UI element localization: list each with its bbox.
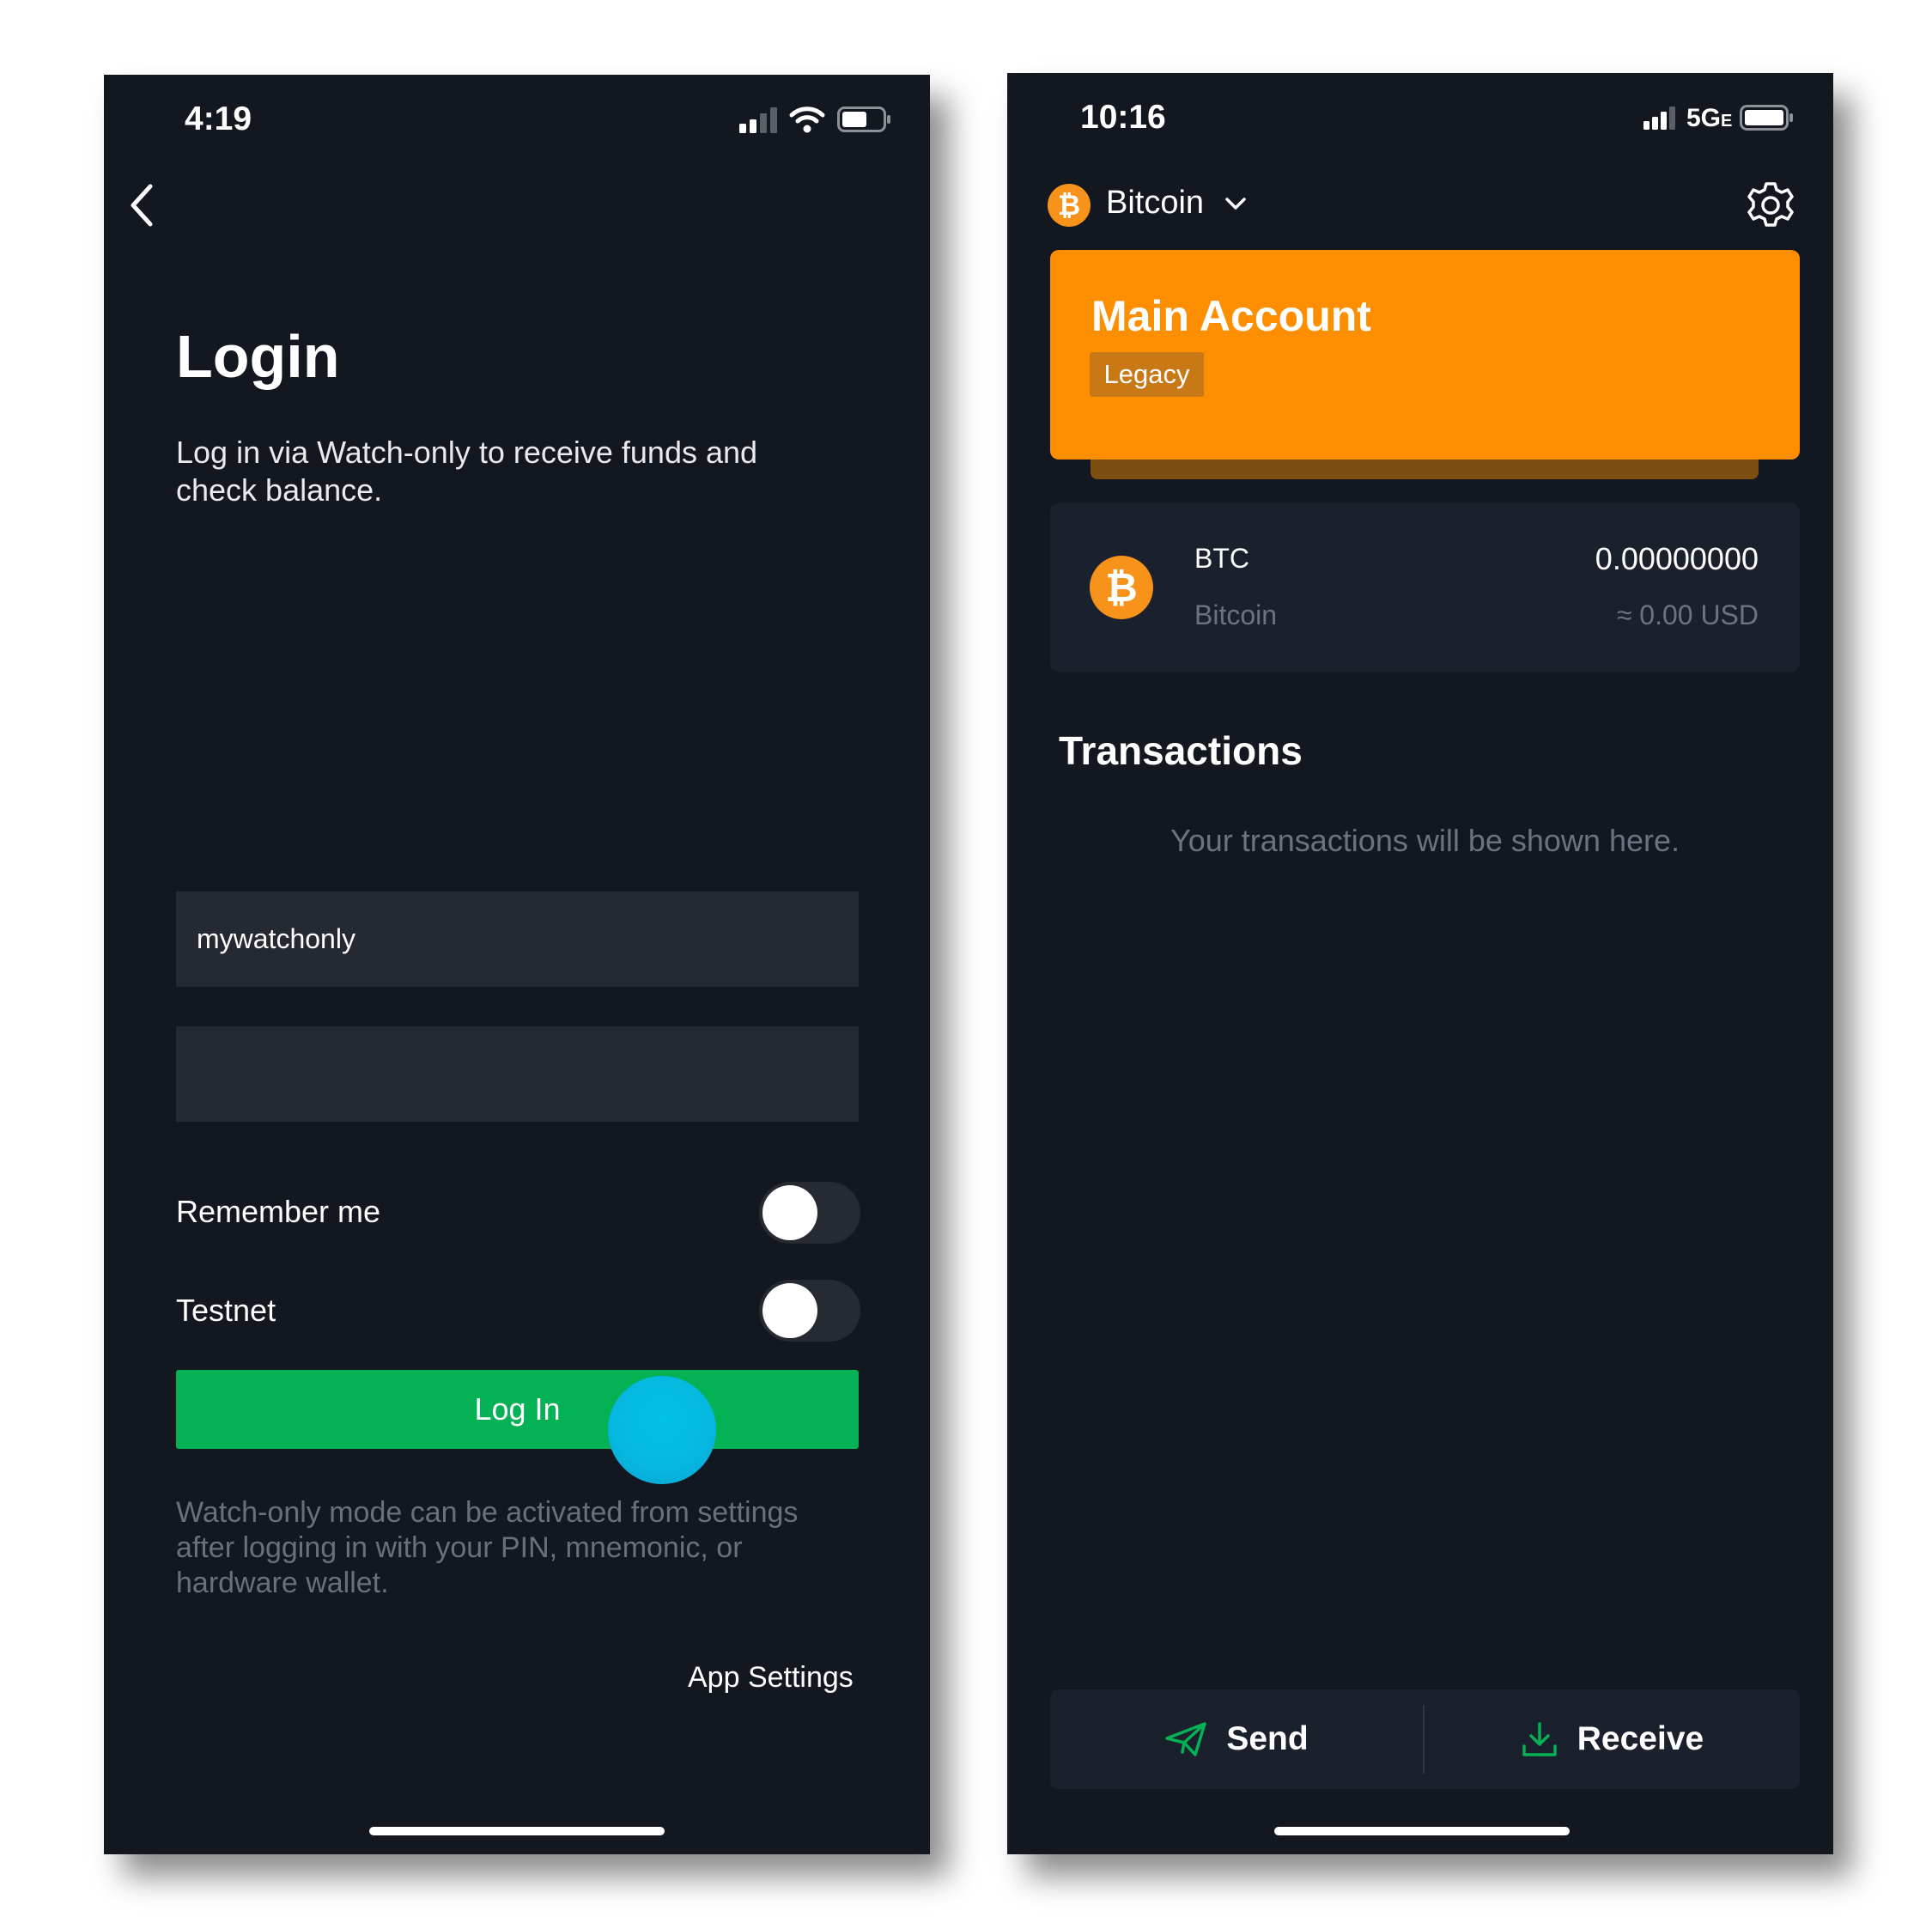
password-input[interactable] [176,1026,859,1122]
account-card[interactable]: Main Account Legacy [1050,250,1800,459]
page-subtitle: Log in via Watch-only to receive funds a… [176,435,758,508]
network-type: 5GE [1686,104,1733,132]
wifi-icon [789,106,825,133]
action-bar: Send Receive [1050,1689,1800,1789]
coin-selector-name[interactable]: Bitcoin [1106,185,1204,222]
login-screen: 4:19 Login Log in via Watch-only to rece… [104,75,930,1854]
touch-indicator [608,1376,716,1484]
gear-icon[interactable] [1746,180,1795,230]
signal-icon [1643,106,1678,130]
asset-name: Bitcoin [1194,599,1278,630]
account-title: Main Account [1091,292,1371,340]
account-card-stack [1091,459,1759,479]
download-icon [1521,1720,1558,1758]
login-button-label: Log In [474,1391,561,1427]
testnet-toggle[interactable] [759,1280,860,1342]
signal-icon [739,107,779,133]
page-title: Login [176,323,340,390]
asset-balance: 0.00000000 [1595,541,1759,576]
battery-icon [1740,105,1793,131]
watch-only-hint: Watch-only mode can be activated from se… [176,1496,799,1599]
svg-text:₿: ₿ [1058,189,1080,222]
username-input[interactable] [176,892,859,987]
receive-label: Receive [1577,1720,1704,1757]
back-chevron-icon[interactable] [126,183,157,228]
app-settings-link[interactable]: App Settings [688,1661,854,1695]
status-time: 10:16 [1080,99,1166,136]
login-button[interactable]: Log In [176,1370,859,1449]
bitcoin-icon: ₿ [1089,555,1154,620]
battery-icon [837,106,890,132]
account-type-badge: Legacy [1090,352,1204,397]
send-icon [1164,1721,1207,1757]
testnet-label: Testnet [176,1293,276,1328]
toggle-knob [762,1283,817,1338]
transactions-title: Transactions [1059,728,1303,773]
send-button[interactable]: Send [1050,1689,1423,1789]
svg-text:₿: ₿ [1105,564,1138,611]
status-time: 4:19 [185,100,252,137]
toggle-knob [762,1185,817,1240]
remember-me-label: Remember me [176,1194,381,1229]
send-label: Send [1226,1720,1309,1757]
asset-fiat-value: ≈ 0.00 USD [1616,599,1759,630]
home-indicator [369,1827,665,1835]
asset-symbol: BTC [1194,543,1249,574]
chevron-down-icon[interactable] [1224,196,1247,211]
remember-me-toggle[interactable] [759,1182,860,1244]
bitcoin-icon[interactable]: ₿ [1047,183,1091,228]
transactions-empty-state: Your transactions will be shown here. [1170,823,1680,858]
receive-button[interactable]: Receive [1425,1689,1800,1789]
wallet-screen: 10:16 5GE ₿ Bitcoin Main Account Legacy … [1007,73,1833,1854]
asset-row[interactable]: ₿ BTC Bitcoin 0.00000000 ≈ 0.00 USD [1050,503,1800,672]
home-indicator [1274,1827,1570,1835]
